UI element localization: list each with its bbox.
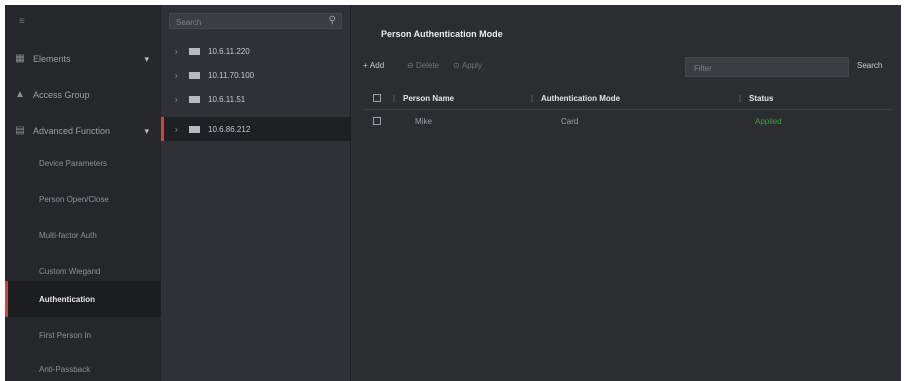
sub-item-label: Multi-factor Auth bbox=[39, 230, 97, 240]
nav-item-elements[interactable]: ▦ Elements ▾ bbox=[5, 41, 161, 77]
menu-icon[interactable]: ≡ bbox=[19, 17, 29, 27]
device-label: 10.6.11.220 bbox=[208, 46, 250, 56]
nav-item-label: Elements bbox=[33, 54, 71, 64]
sub-item-label: Device Parameters bbox=[39, 158, 108, 168]
left-nav: ≡ ▦ Elements ▾ ▲ Access Group ▤ Advanced… bbox=[5, 5, 161, 381]
lock-icon: ▲ bbox=[15, 89, 25, 100]
device-icon bbox=[189, 71, 200, 79]
toolbar: + Add ⊖ Delete ⊙ Apply Search bbox=[351, 57, 901, 77]
add-label: Add bbox=[369, 61, 385, 70]
column-divider: | bbox=[393, 94, 396, 103]
chevron-down-icon: ▾ bbox=[144, 53, 149, 64]
select-all-checkbox[interactable] bbox=[373, 94, 381, 102]
table-row[interactable]: Mike Card Applied bbox=[363, 111, 893, 133]
page-title: Person Authentication Mode bbox=[381, 29, 503, 39]
nav-item-advanced-function[interactable]: ▤ Advanced Function ▾ bbox=[5, 113, 161, 149]
sub-item-label: Person Open/Close bbox=[39, 194, 109, 204]
device-label: 10.6.11.51 bbox=[208, 94, 246, 104]
tree-search: ⚲ bbox=[169, 13, 342, 29]
tree-search-input[interactable] bbox=[174, 15, 318, 29]
sub-item-device-parameters[interactable]: Device Parameters bbox=[5, 145, 161, 181]
settings-icon: ▤ bbox=[15, 125, 25, 136]
add-button[interactable]: + Add bbox=[363, 61, 384, 70]
column-divider: | bbox=[531, 94, 534, 103]
column-header-person-name[interactable]: Person Name bbox=[403, 94, 454, 103]
table-header: | Person Name | Authentication Mode | St… bbox=[363, 89, 893, 110]
tree-device-item-selected[interactable]: › 10.6.86.212 bbox=[161, 117, 350, 141]
nav-item-label: Access Group bbox=[33, 90, 90, 100]
apply-button[interactable]: ⊙ Apply bbox=[453, 61, 482, 70]
sub-item-label: Custom Wiegand bbox=[39, 266, 101, 276]
delete-icon: ⊖ bbox=[407, 61, 416, 70]
nav-item-label: Advanced Function bbox=[33, 126, 111, 136]
device-label: 10.6.86.212 bbox=[208, 124, 251, 134]
apply-label: Apply bbox=[461, 61, 482, 70]
nav-item-access-group[interactable]: ▲ Access Group bbox=[5, 77, 161, 113]
cell-authentication-mode: Card bbox=[561, 117, 579, 126]
column-header-authentication-mode[interactable]: Authentication Mode bbox=[541, 94, 620, 103]
sub-item-anti-passback[interactable]: Anti-Passback bbox=[5, 351, 161, 381]
expand-arrow-icon[interactable]: › bbox=[175, 71, 183, 80]
search-icon[interactable]: ⚲ bbox=[329, 15, 336, 26]
sub-item-first-person-in[interactable]: First Person In bbox=[5, 317, 161, 353]
sub-item-label: Authentication bbox=[39, 294, 95, 304]
column-header-status[interactable]: Status bbox=[749, 94, 773, 103]
chevron-down-icon: ▾ bbox=[144, 125, 149, 136]
active-indicator bbox=[5, 281, 8, 317]
main-content: Person Authentication Mode + Add ⊖ Delet… bbox=[351, 5, 901, 381]
cell-status: Applied bbox=[755, 117, 782, 126]
device-tree-panel: ⚲ › 10.6.11.220 › 10.11.70.100 › 10.6.11… bbox=[161, 5, 351, 381]
selection-indicator bbox=[161, 117, 164, 141]
device-icon bbox=[189, 125, 200, 133]
sub-item-authentication[interactable]: Authentication bbox=[5, 281, 161, 317]
delete-label: Delete bbox=[415, 61, 440, 70]
sub-item-label: Anti-Passback bbox=[39, 364, 91, 374]
sub-item-multi-factor-auth[interactable]: Multi-factor Auth bbox=[5, 217, 161, 253]
search-button[interactable]: Search bbox=[857, 61, 882, 70]
column-divider: | bbox=[739, 94, 742, 103]
plus-icon: + bbox=[363, 61, 370, 70]
sub-item-person-open-close[interactable]: Person Open/Close bbox=[5, 181, 161, 217]
expand-arrow-icon[interactable]: › bbox=[175, 125, 183, 134]
expand-arrow-icon[interactable]: › bbox=[175, 95, 183, 104]
grid-icon: ▦ bbox=[15, 53, 25, 64]
tree-device-item[interactable]: › 10.6.11.51 bbox=[161, 87, 350, 111]
filter-box bbox=[685, 57, 849, 77]
device-label: 10.11.70.100 bbox=[208, 70, 255, 80]
tree-device-item[interactable]: › 10.11.70.100 bbox=[161, 63, 350, 87]
filter-input[interactable] bbox=[692, 61, 846, 75]
expand-arrow-icon[interactable]: › bbox=[175, 47, 183, 56]
tree-device-item[interactable]: › 10.6.11.220 bbox=[161, 39, 350, 63]
apply-icon: ⊙ bbox=[453, 61, 462, 70]
sub-item-label: First Person In bbox=[39, 330, 92, 340]
device-icon bbox=[189, 47, 200, 55]
delete-button[interactable]: ⊖ Delete bbox=[407, 61, 439, 70]
cell-person-name: Mike bbox=[415, 117, 432, 126]
app-window: ≡ ▦ Elements ▾ ▲ Access Group ▤ Advanced… bbox=[5, 5, 901, 381]
row-checkbox[interactable] bbox=[373, 117, 381, 125]
device-icon bbox=[189, 95, 200, 103]
